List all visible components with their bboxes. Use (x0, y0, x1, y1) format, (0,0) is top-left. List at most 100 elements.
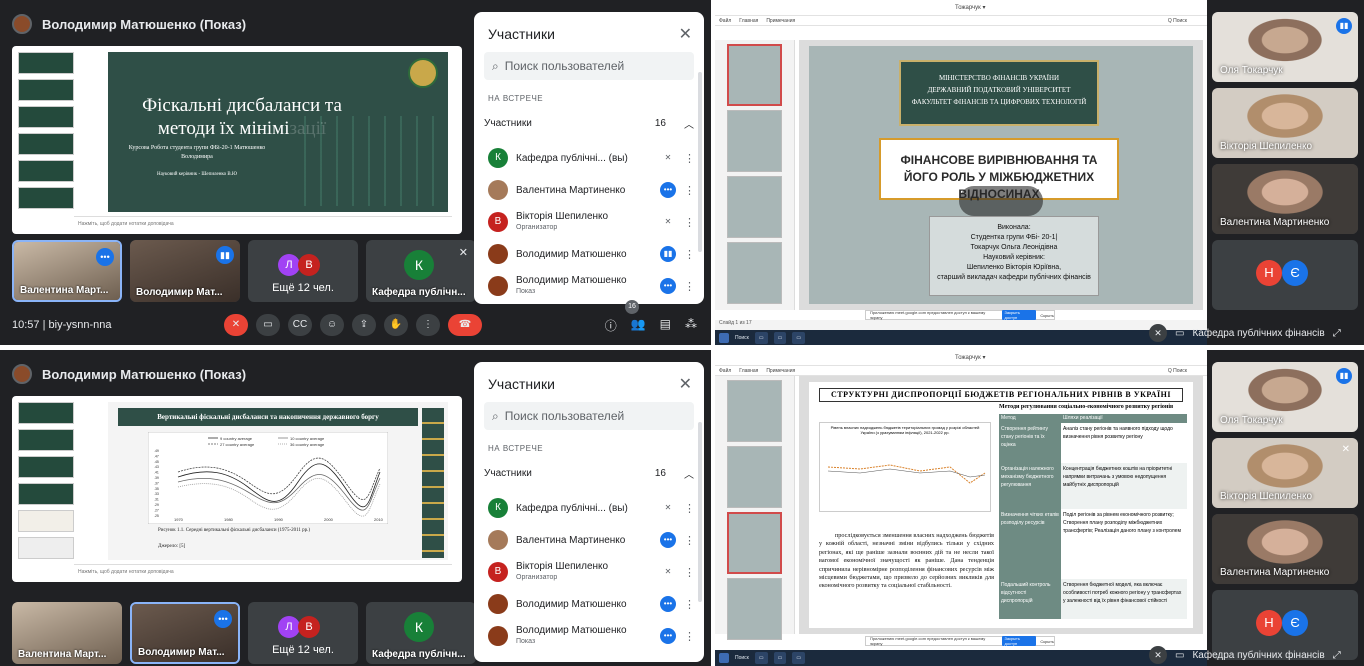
more-vert-icon[interactable]: ⋮ (684, 184, 695, 197)
present-button[interactable]: ⇪ (352, 314, 376, 336)
tab-home[interactable]: Главная (739, 368, 758, 374)
more-icon[interactable]: ••• (660, 532, 676, 548)
activities-icon[interactable]: ⁂ (685, 317, 697, 334)
participant-tile[interactable]: ••• Валентина Март... (12, 240, 122, 302)
slide-thumb[interactable] (18, 160, 74, 182)
slide-thumb[interactable] (18, 106, 74, 128)
taskbar-item[interactable]: ▭ (754, 332, 768, 344)
mic-off-button[interactable]: ✕ (224, 314, 248, 336)
chevron-up-icon[interactable]: ︿ (684, 116, 694, 131)
ppt-search[interactable]: Q Поиск (1168, 18, 1187, 24)
slide-rail[interactable] (715, 40, 795, 310)
slide-thumb[interactable] (18, 537, 74, 559)
slide-thumb[interactable] (18, 429, 74, 451)
participant-tile[interactable]: ▮▮ Володимир Мат... (130, 240, 240, 302)
taskbar-item[interactable]: ▭ (792, 652, 806, 664)
more-vert-icon[interactable]: ⋮ (684, 152, 695, 165)
list-item[interactable]: К Кафедра публічні... (вы) ✕ ⋮ (488, 492, 695, 524)
more-vert-icon[interactable]: ⋮ (684, 598, 695, 611)
list-item[interactable]: Валентина Мартиненко ••• ⋮ (488, 524, 695, 556)
scrollbar[interactable] (698, 72, 702, 252)
captions-button[interactable]: CC (288, 314, 312, 336)
list-item[interactable]: Володимир Матюшенко Показ ••• ⋮ (488, 270, 695, 302)
list-item[interactable]: В Вікторія Шепиленко Организатор ✕ ⋮ (488, 556, 695, 588)
more-vert-icon[interactable]: ⋮ (684, 566, 695, 579)
participant-tile[interactable]: Валентина Март... (12, 602, 122, 664)
list-item[interactable]: Валентина Мартиненко ••• ⋮ (488, 174, 695, 206)
end-call-button[interactable]: ☎ (448, 314, 482, 336)
participant-tile[interactable]: Л В Ещё 12 чел. (248, 602, 358, 664)
slide-thumb[interactable] (727, 44, 782, 106)
windows-icon[interactable] (719, 333, 729, 343)
slide-thumb[interactable] (18, 187, 74, 209)
participant-tile[interactable]: Валентина Мартиненко (1212, 514, 1358, 584)
close-icon[interactable]: ✕ (679, 24, 692, 44)
participant-tile[interactable]: НЄ (1212, 240, 1358, 310)
expand-icon[interactable]: ⤢ (1333, 650, 1341, 661)
mic-off-icon[interactable]: ✕ (1149, 324, 1167, 342)
more-vert-icon[interactable]: ⋮ (684, 280, 695, 293)
slide-thumb[interactable] (18, 510, 74, 532)
participant-tile[interactable]: ✕ Вікторія Шепиленко (1212, 438, 1358, 508)
video-icon[interactable]: ▭ (1175, 650, 1184, 661)
camera-button[interactable]: ▭ (256, 314, 280, 336)
participant-tile[interactable]: Валентина Мартиненко (1212, 164, 1358, 234)
hide-button[interactable]: Скрыть (1040, 313, 1054, 318)
participant-tile[interactable]: Л В Ещё 12 чел. (248, 240, 358, 302)
more-vert-icon[interactable]: ⋮ (684, 216, 695, 229)
taskbar-search[interactable]: Поиск (735, 655, 749, 661)
participants-group[interactable]: Участники 16 ︿ (484, 110, 694, 136)
slide-thumb[interactable] (18, 52, 74, 74)
video-icon[interactable]: ▭ (1175, 328, 1184, 339)
list-item[interactable]: Володимир Матюшенко Показ ••• ⋮ (488, 620, 695, 652)
more-icon[interactable]: ••• (96, 248, 114, 266)
slide-thumb[interactable] (727, 578, 782, 640)
slide-thumbnails[interactable] (18, 402, 74, 560)
slide-thumb[interactable] (727, 242, 782, 304)
slide-thumb[interactable] (727, 380, 782, 442)
slide-thumb[interactable] (727, 110, 782, 172)
chat-icon[interactable]: ▤ (660, 317, 671, 334)
close-icon[interactable]: ✕ (679, 374, 692, 394)
participant-tile[interactable]: ✕ К Кафедра публічн... (366, 240, 476, 302)
taskbar-search[interactable]: Поиск (735, 335, 749, 341)
search-input[interactable]: ⌕ Поиск пользователей (484, 402, 694, 430)
ppt-search[interactable]: Q Поиск (1168, 368, 1187, 374)
list-item[interactable]: К Кафедра публічні... (вы) ✕ ⋮ (488, 142, 695, 174)
speaker-notes[interactable]: Нажміть, щоб додати нотатки доповідача (74, 216, 452, 232)
people-icon[interactable]: 👥 (631, 317, 646, 334)
taskbar-item[interactable]: ▭ (773, 332, 787, 344)
more-vert-icon[interactable]: ⋮ (684, 502, 695, 515)
participant-tile[interactable]: ▮▮ Оля Токарчук (1212, 362, 1358, 432)
slide-thumb[interactable] (18, 133, 74, 155)
list-item[interactable]: Володимир Матюшенко ▮▮ ⋮ (488, 238, 695, 270)
chevron-up-icon[interactable]: ︿ (684, 466, 694, 481)
slide-thumb[interactable] (18, 79, 74, 101)
participant-tile[interactable]: Вікторія Шепиленко (1212, 88, 1358, 158)
mic-off-icon[interactable]: ✕ (1149, 646, 1167, 664)
participants-group[interactable]: Участники 16 ︿ (484, 460, 694, 486)
scrollbar[interactable] (698, 422, 702, 602)
tab-file[interactable]: Файл (719, 368, 731, 374)
slide-thumb[interactable] (727, 176, 782, 238)
tab-home[interactable]: Главная (739, 18, 758, 24)
raise-hand-button[interactable]: ✋ (384, 314, 408, 336)
slide-thumb[interactable] (18, 483, 74, 505)
more-icon[interactable]: ••• (660, 596, 676, 612)
taskbar-item[interactable]: ▭ (792, 332, 806, 344)
more-vert-icon[interactable]: ⋮ (684, 630, 695, 643)
taskbar-item[interactable]: ▭ (754, 652, 768, 664)
list-item[interactable]: В Вікторія Шепиленко Организатор ✕ ⋮ (488, 206, 695, 238)
more-icon[interactable]: ••• (660, 628, 676, 644)
tab-file[interactable]: Файл (719, 18, 731, 24)
slide-rail[interactable] (715, 376, 795, 640)
slide-thumb[interactable] (18, 402, 74, 424)
info-icon[interactable]: ⓘ (605, 317, 617, 334)
more-icon[interactable]: ••• (660, 278, 676, 294)
slide-thumb[interactable] (18, 456, 74, 478)
stop-share-button[interactable]: Закрыть доступ (1001, 310, 1037, 320)
more-icon[interactable]: ••• (660, 182, 676, 198)
tab-notes[interactable]: Примечания (766, 368, 795, 374)
list-item[interactable]: Володимир Матюшенко ••• ⋮ (488, 588, 695, 620)
windows-icon[interactable] (719, 653, 729, 663)
